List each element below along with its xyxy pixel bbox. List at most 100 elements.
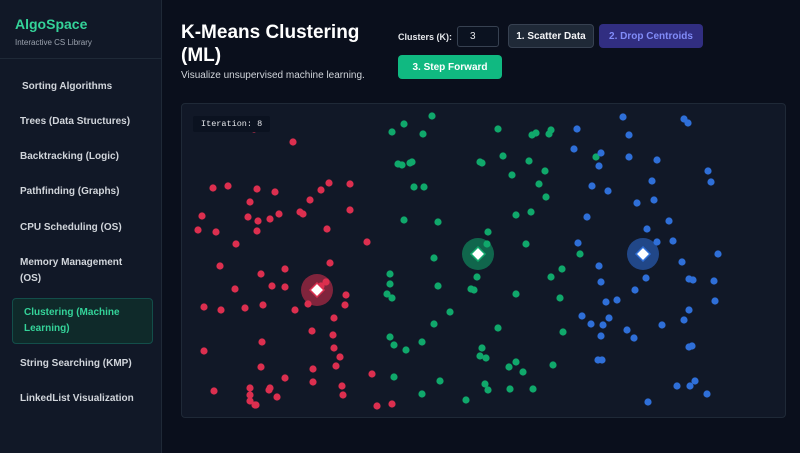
data-point — [388, 294, 396, 302]
data-point — [212, 228, 220, 236]
data-point — [224, 182, 232, 190]
data-point — [309, 365, 317, 373]
data-point — [625, 153, 633, 161]
data-point — [512, 290, 520, 298]
data-point — [418, 338, 426, 346]
data-point — [253, 227, 261, 235]
data-point — [430, 320, 438, 328]
data-point — [386, 333, 394, 341]
data-point — [476, 158, 484, 166]
data-point — [710, 277, 718, 285]
data-point — [559, 328, 567, 336]
data-point — [289, 138, 297, 146]
data-point — [246, 198, 254, 206]
data-point — [198, 212, 206, 220]
data-point — [653, 156, 661, 164]
data-point — [346, 206, 354, 214]
data-point — [650, 196, 658, 204]
data-point — [576, 250, 584, 258]
data-point — [257, 270, 265, 278]
data-point — [232, 240, 240, 248]
data-point — [265, 386, 273, 394]
centroid-marker — [301, 274, 333, 306]
data-point — [558, 265, 566, 273]
data-point — [246, 384, 254, 392]
data-point — [330, 314, 338, 322]
data-point — [373, 402, 381, 410]
data-point — [669, 237, 677, 245]
data-point — [436, 377, 444, 385]
data-point — [704, 167, 712, 175]
sidebar-item-memory-management[interactable]: Memory Management (OS) — [12, 255, 153, 287]
data-point — [217, 306, 225, 314]
data-point — [648, 177, 656, 185]
data-point — [462, 396, 470, 404]
data-point — [598, 356, 606, 364]
sidebar-item-linkedlist[interactable]: LinkedList Visualization — [12, 391, 153, 407]
data-point — [200, 347, 208, 355]
data-point — [420, 183, 428, 191]
data-point — [519, 368, 527, 376]
brand-logo: AlgoSpace — [15, 16, 88, 32]
data-point — [386, 280, 394, 288]
brand-subtitle: Interactive CS Library — [15, 38, 92, 47]
data-point — [714, 250, 722, 258]
data-point — [266, 215, 274, 223]
data-point — [446, 308, 454, 316]
data-point — [597, 332, 605, 340]
clusters-input[interactable] — [457, 26, 499, 47]
data-point — [583, 213, 591, 221]
data-point — [476, 352, 484, 360]
scatter-data-button[interactable]: 1. Scatter Data — [508, 24, 594, 48]
data-point — [508, 171, 516, 179]
drop-centroids-button[interactable]: 2. Drop Centroids — [599, 24, 703, 48]
data-point — [605, 314, 613, 322]
data-point — [588, 182, 596, 190]
data-point — [484, 228, 492, 236]
data-point — [631, 286, 639, 294]
data-point — [680, 316, 688, 324]
sidebar-item-sorting[interactable]: Sorting Algorithms — [12, 79, 153, 95]
data-point — [478, 344, 486, 352]
data-point — [574, 239, 582, 247]
data-point — [470, 286, 478, 294]
data-point — [547, 273, 555, 281]
data-point — [688, 342, 696, 350]
cluster-canvas[interactable]: Iteration: 8 — [181, 103, 786, 418]
data-point — [244, 213, 252, 221]
iteration-counter: Iteration: 8 — [193, 116, 271, 132]
data-point — [241, 304, 249, 312]
data-point — [556, 294, 564, 302]
step-forward-button[interactable]: 3. Step Forward — [398, 55, 502, 79]
sidebar-item-cpu-scheduling[interactable]: CPU Scheduling (OS) — [12, 220, 153, 236]
page-subtitle: Visualize unsupervised machine learning. — [181, 70, 365, 81]
data-point — [434, 218, 442, 226]
sidebar-item-backtracking[interactable]: Backtracking (Logic) — [12, 149, 153, 165]
data-point — [542, 193, 550, 201]
data-point — [643, 225, 651, 233]
sidebar-item-trees[interactable]: Trees (Data Structures) — [12, 114, 153, 130]
sidebar-item-pathfinding[interactable]: Pathfinding (Graphs) — [12, 184, 153, 200]
data-point — [275, 210, 283, 218]
sidebar-item-string-searching[interactable]: String Searching (KMP) — [12, 356, 153, 372]
data-point — [252, 401, 260, 409]
data-point — [271, 188, 279, 196]
data-point — [658, 321, 666, 329]
data-point — [541, 167, 549, 175]
data-point — [308, 327, 316, 335]
data-point — [642, 274, 650, 282]
data-point — [299, 210, 307, 218]
data-point — [595, 262, 603, 270]
data-point — [329, 331, 337, 339]
data-point — [604, 187, 612, 195]
data-point — [599, 321, 607, 329]
data-point — [506, 385, 514, 393]
sidebar-item-clustering[interactable]: Clustering (Machine Learning) — [12, 298, 153, 344]
data-point — [323, 225, 331, 233]
data-point — [665, 217, 673, 225]
clusters-label: Clusters (K): — [398, 32, 453, 42]
data-point — [330, 344, 338, 352]
data-point — [342, 291, 350, 299]
data-point — [259, 301, 267, 309]
data-point — [522, 240, 530, 248]
